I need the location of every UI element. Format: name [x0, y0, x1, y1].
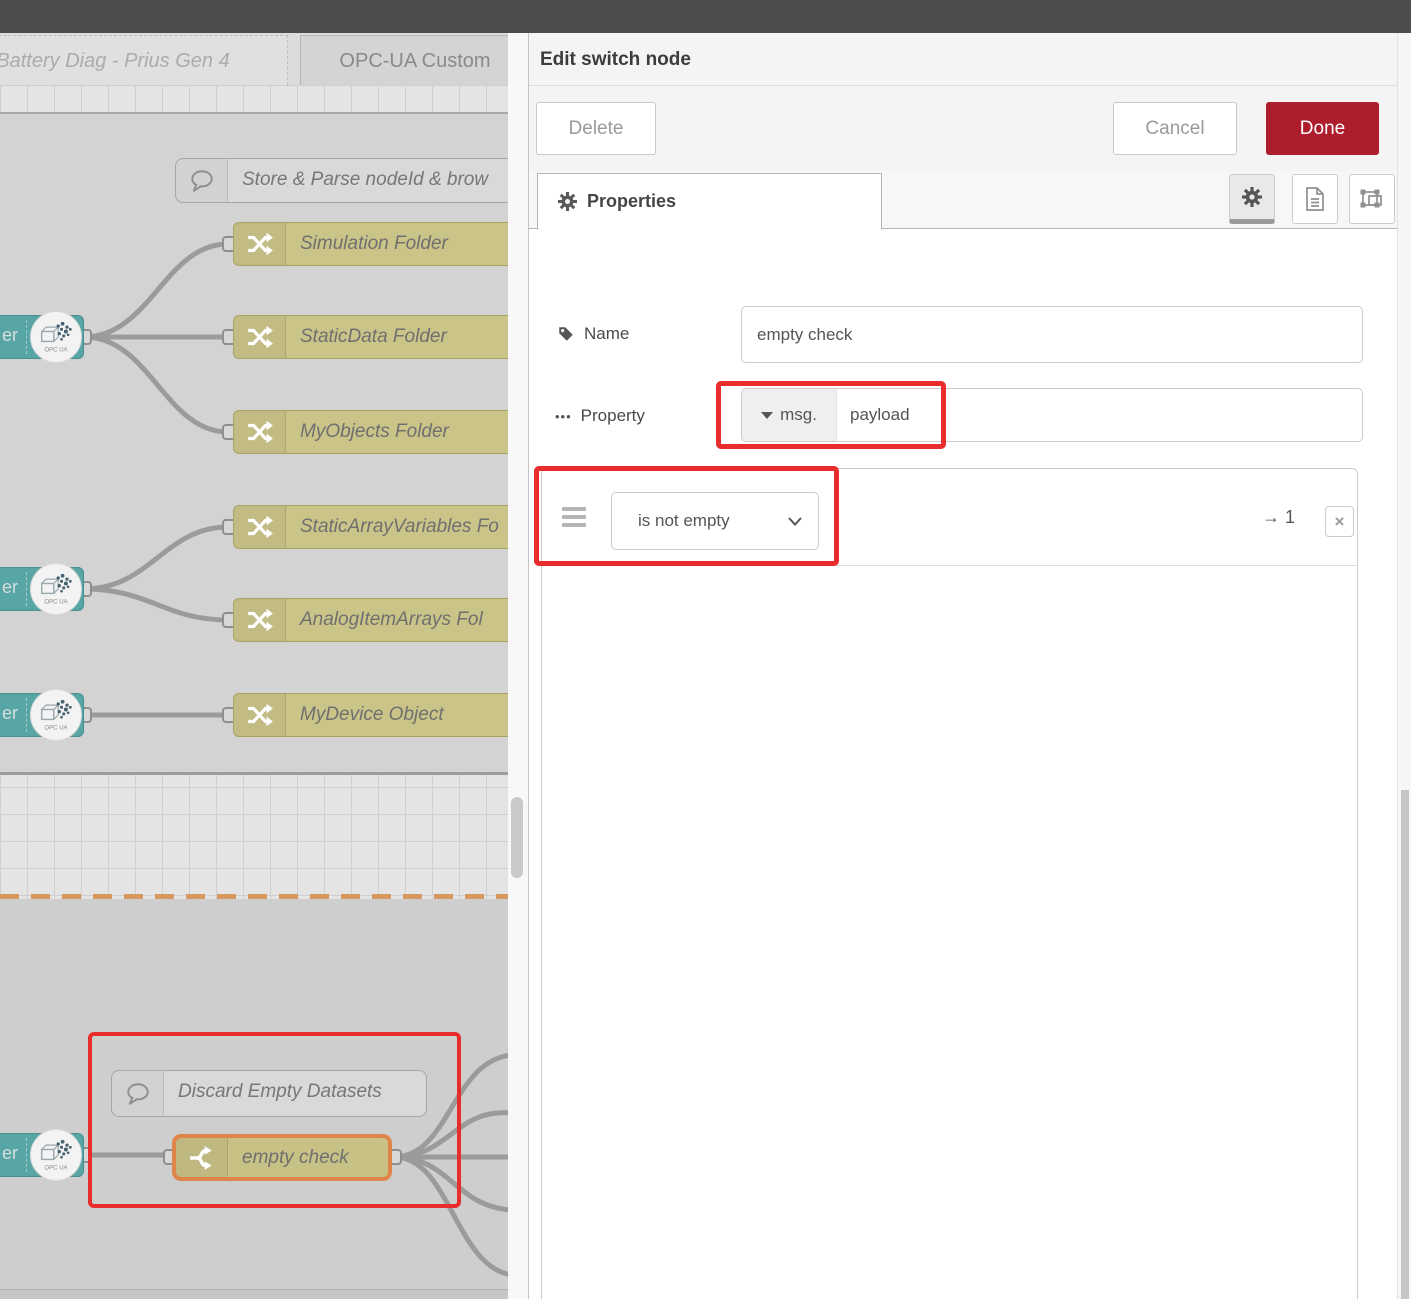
annotation-box-flow	[88, 1032, 461, 1208]
name-field-label: Name	[557, 324, 629, 344]
description-view-button[interactable]	[1292, 174, 1338, 224]
remove-rule-button[interactable]: ×	[1325, 506, 1354, 537]
editor-tabstrip: Properties	[529, 171, 1397, 229]
cancel-button[interactable]: Cancel	[1113, 102, 1237, 155]
app-header-bar	[0, 0, 1411, 33]
annotation-box-rule	[534, 466, 839, 566]
shuffle-icon	[234, 316, 286, 358]
opcua-logo-icon: OPC UA	[30, 311, 82, 363]
svg-text:OPC UA: OPC UA	[44, 599, 68, 605]
switch-node-staticarray[interactable]: StaticArrayVariables Fo	[233, 505, 508, 549]
shuffle-icon	[234, 506, 286, 548]
switch-node-staticdata[interactable]: StaticData Folder	[233, 315, 508, 359]
shuffle-icon	[234, 599, 286, 641]
done-button[interactable]: Done	[1266, 102, 1379, 155]
rules-container: is not empty → 1 ×	[541, 468, 1358, 1299]
appearance-frame-icon	[1359, 186, 1385, 212]
svg-text:OPC UA: OPC UA	[44, 1165, 68, 1171]
tray-scrollbar-track	[1397, 33, 1411, 1299]
opcua-logo-icon: OPC UA	[30, 1129, 82, 1181]
switch-node-mydevice[interactable]: MyDevice Object	[233, 693, 508, 737]
shuffle-icon	[234, 223, 286, 265]
flow-workspace: Battery Diag - Prius Gen 4 OPC-UA Custom	[0, 33, 508, 1299]
opcua-logo-icon: OPC UA	[30, 689, 82, 741]
delete-button[interactable]: Delete	[536, 102, 656, 155]
switch-node-simulation[interactable]: Simulation Folder	[233, 222, 508, 266]
appearance-view-button[interactable]	[1349, 174, 1395, 224]
opcua-logo-icon: OPC UA	[30, 563, 82, 615]
tray-scrollbar-thumb[interactable]	[1401, 790, 1409, 1299]
comment-bubble-icon	[176, 159, 228, 202]
gear-icon	[558, 192, 577, 211]
dialog-title: Edit switch node	[529, 33, 1397, 86]
canvas-scrollbar-thumb[interactable]	[511, 797, 523, 878]
svg-text:OPC UA: OPC UA	[44, 725, 68, 731]
name-input[interactable]: empty check	[741, 306, 1363, 363]
flow-canvas[interactable]: Store & Parse nodeId & brow Simulation F…	[0, 85, 508, 1299]
node-red-editor: Battery Diag - Prius Gen 4 OPC-UA Custom	[0, 0, 1411, 1299]
tab-opcua-custom[interactable]: OPC-UA Custom	[300, 35, 508, 85]
shuffle-icon	[234, 411, 286, 453]
annotation-box-property	[716, 381, 946, 449]
gear-icon	[1242, 187, 1262, 207]
document-icon	[1303, 186, 1327, 212]
switch-node-myobjects[interactable]: MyObjects Folder	[233, 410, 508, 454]
svg-text:OPC UA: OPC UA	[44, 347, 68, 353]
shuffle-icon	[234, 694, 286, 736]
edit-tray: Edit switch node Delete Cancel Done	[528, 33, 1397, 1299]
tag-icon	[557, 325, 575, 343]
dialog-button-row: Delete Cancel Done	[529, 86, 1397, 171]
comment-node-store-parse[interactable]: Store & Parse nodeId & brow	[175, 158, 508, 203]
switch-node-analogitem[interactable]: AnalogItemArrays Fol	[233, 598, 508, 642]
tab-properties[interactable]: Properties	[537, 173, 882, 230]
properties-form: Name empty check ••• Property msg. paylo…	[529, 229, 1397, 1299]
rule-output-label: → 1	[1262, 469, 1295, 566]
flow-tabbar: Battery Diag - Prius Gen 4 OPC-UA Custom	[0, 33, 508, 85]
ellipsis-icon: •••	[555, 409, 572, 424]
canvas-scrollbar-track	[508, 33, 528, 1299]
properties-view-button[interactable]	[1229, 174, 1275, 224]
tab-battery-diag[interactable]: Battery Diag - Prius Gen 4	[0, 35, 288, 85]
property-field-label: ••• Property	[555, 406, 645, 426]
